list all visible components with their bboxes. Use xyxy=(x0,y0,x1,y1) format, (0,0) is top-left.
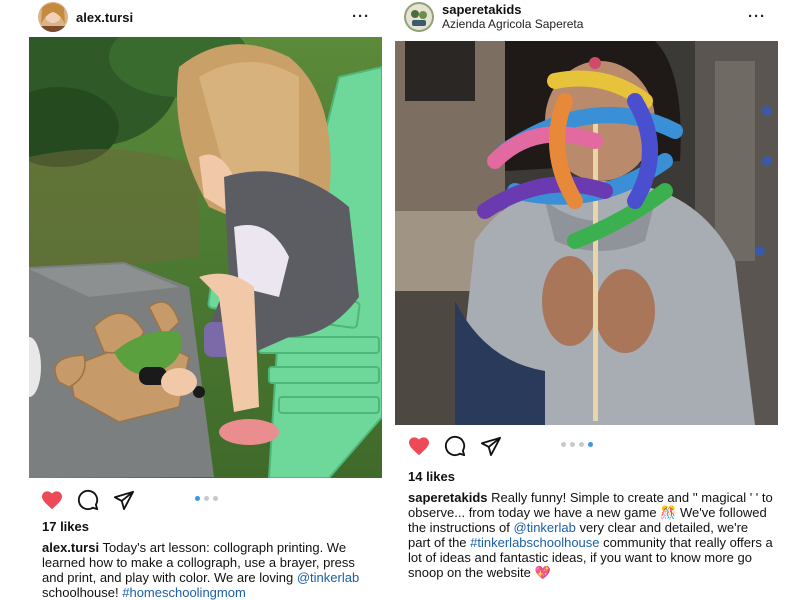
carousel-dot xyxy=(588,442,593,447)
carousel-dot xyxy=(195,496,200,501)
post-photo-image xyxy=(395,41,778,425)
avatar[interactable] xyxy=(38,2,68,32)
mention-link[interactable]: @tinkerlab xyxy=(297,570,359,585)
carousel-dot xyxy=(570,442,575,447)
post-header: alex.tursi ··· xyxy=(29,0,382,34)
post-caption: saperetakids Really funny! Simple to cre… xyxy=(408,490,774,580)
carousel-dot xyxy=(213,496,218,501)
more-options-icon[interactable]: ··· xyxy=(352,8,370,25)
post-actions xyxy=(40,488,148,512)
post-caption: alex.tursi Today's art lesson: collograp… xyxy=(42,540,378,600)
likes-count[interactable]: 14 likes xyxy=(408,469,455,484)
carousel-dot xyxy=(561,442,566,447)
post-actions xyxy=(407,434,515,458)
share-icon[interactable] xyxy=(479,434,503,458)
location[interactable]: Azienda Agricola Sapereta xyxy=(442,17,583,32)
post-saperetakids: saperetakids Azienda Agricola Sapereta ·… xyxy=(395,0,778,580)
carousel-dot xyxy=(579,442,584,447)
hashtag-link[interactable]: #homeschoolingmom xyxy=(122,585,246,600)
heart-icon[interactable] xyxy=(407,434,431,458)
share-icon[interactable] xyxy=(112,488,136,512)
comment-icon[interactable] xyxy=(76,488,100,512)
heart-emoji-icon: 💖 xyxy=(534,565,551,580)
caption-text: schoolhouse! xyxy=(42,585,123,600)
avatar-image xyxy=(404,2,434,32)
carousel-indicator xyxy=(561,442,593,447)
comment-icon[interactable] xyxy=(443,434,467,458)
likes-count[interactable]: 17 likes xyxy=(42,519,89,534)
post-photo[interactable] xyxy=(395,41,778,425)
caption-username[interactable]: alex.tursi xyxy=(42,540,99,555)
heart-icon[interactable] xyxy=(40,488,64,512)
carousel-indicator xyxy=(195,496,218,501)
avatar-image xyxy=(38,2,68,32)
carousel-dot xyxy=(204,496,209,501)
post-photo[interactable] xyxy=(29,37,382,478)
mention-link[interactable]: @tinkerlab xyxy=(514,520,576,535)
username[interactable]: alex.tursi xyxy=(76,10,133,25)
post-photo-image xyxy=(29,37,382,478)
caption-username[interactable]: saperetakids xyxy=(408,490,488,505)
more-options-icon[interactable]: ··· xyxy=(748,8,766,25)
avatar[interactable] xyxy=(404,2,434,32)
post-alex-tursi: alex.tursi ··· 17 likes alex.tursi Today… xyxy=(29,0,382,600)
username[interactable]: saperetakids xyxy=(442,2,583,17)
post-header: saperetakids Azienda Agricola Sapereta ·… xyxy=(395,0,778,34)
hashtag-link[interactable]: #tinkerlabschoolhouse xyxy=(470,535,599,550)
